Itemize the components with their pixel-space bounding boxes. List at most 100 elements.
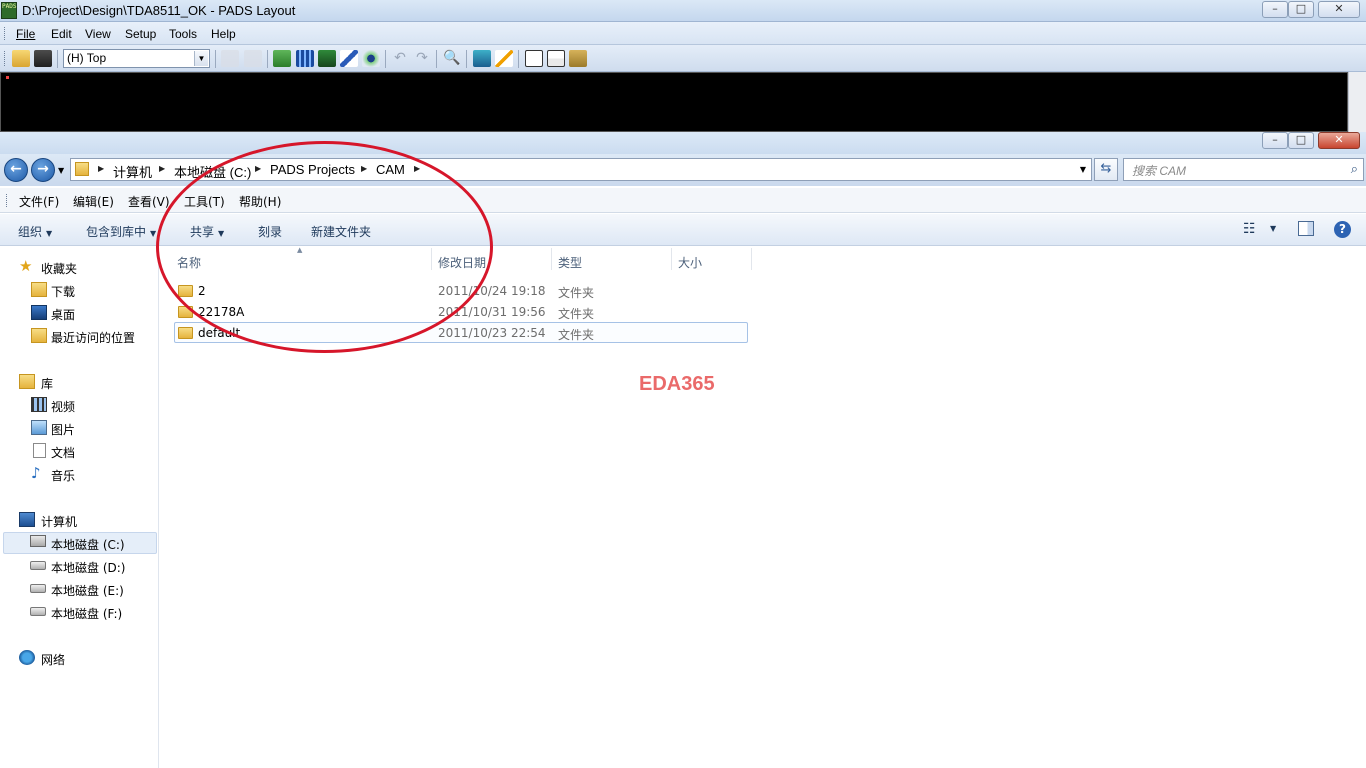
address-history-chevron-icon[interactable]: ▼ [1080,165,1086,174]
search-placeholder: 搜索 CAM [1132,164,1187,178]
properties-icon[interactable] [221,50,239,67]
window-tool-icon[interactable] [547,50,565,67]
sidebar-item-downloads[interactable]: 下载 [51,283,75,300]
menu-view[interactable]: View [85,27,111,41]
menu-help[interactable]: Help [211,27,236,41]
pads-minimize-button[interactable]: – [1262,1,1288,18]
sidebar-item-music[interactable]: 音乐 [51,467,75,484]
drafting-toolbar-icon[interactable] [273,50,291,67]
menu-help-label: Help [211,27,236,41]
breadcrumb-arrow-icon[interactable]: ▶ [159,164,165,173]
sidebar-item-recent[interactable]: 最近访问的位置 [51,329,135,346]
menu-edit-label: Edit [51,27,72,41]
breadcrumb-computer[interactable]: 计算机 [113,162,152,181]
highlight-icon[interactable] [495,50,513,67]
ecO-toolbar-icon[interactable] [318,50,336,67]
new-folder-button[interactable]: 新建文件夹 [311,223,371,240]
toolbar-grip[interactable] [4,51,7,66]
column-header-size[interactable]: 大小 [678,254,702,278]
menu-view-cn[interactable]: 查看(V) [128,193,170,210]
column-divider[interactable] [751,248,752,270]
file-name[interactable]: 2 [198,284,206,298]
menu-grip[interactable] [4,27,7,40]
address-bar[interactable]: ▶ 计算机 ▶ 本地磁盘 (C:) ▶ PADS Projects ▶ CAM … [70,158,1092,181]
search-input[interactable]: 搜索 CAM ⌕ [1123,158,1364,181]
breadcrumb-arrow-icon[interactable]: ▶ [361,164,367,173]
sidebar-item-documents[interactable]: 文档 [51,444,75,461]
menu-grip[interactable] [6,194,9,207]
layer-select[interactable]: (H) Top ▼ [63,49,210,68]
burn-button[interactable]: 刻录 [258,223,282,240]
desktop-icon [31,305,47,320]
library-icon [19,374,35,389]
back-button[interactable]: ← [4,158,28,182]
explorer-minimize-button[interactable]: – [1262,132,1288,149]
canvas-origin-marker [6,76,9,79]
forward-button[interactable]: → [31,158,55,182]
sidebar-item-drive-c[interactable]: 本地磁盘 (C:) [51,536,125,553]
include-in-library-button[interactable]: 包含到库中 ▼ [86,223,156,240]
open-icon[interactable] [12,50,30,67]
explorer-close-button[interactable]: ✕ [1318,132,1360,149]
zoom-icon[interactable]: 🔍 [443,50,461,67]
menu-setup[interactable]: Setup [125,27,156,41]
share-button[interactable]: 共享 ▼ [190,223,224,240]
sidebar-item-drive-f[interactable]: 本地磁盘 (F:) [51,605,122,622]
menu-file[interactable]: File [16,27,35,41]
breadcrumb-drive-c[interactable]: 本地磁盘 (C:) [174,162,251,181]
save-icon[interactable] [34,50,52,67]
column-divider[interactable] [551,248,552,270]
sidebar-item-drive-d[interactable]: 本地磁盘 (D:) [51,559,125,576]
view-nets-icon[interactable] [473,50,491,67]
menu-edit-cn[interactable]: 编辑(E) [73,193,114,210]
route-icon[interactable] [340,50,358,67]
dimension-icon[interactable] [362,50,380,67]
menu-edit[interactable]: Edit [51,27,72,41]
breadcrumb-pads-projects[interactable]: PADS Projects [270,162,355,177]
file-name[interactable]: default [198,326,240,340]
explorer-maximize-button[interactable]: □ [1288,132,1314,149]
cursor-tool-icon[interactable] [525,50,543,67]
menu-tools[interactable]: Tools [169,27,197,41]
pads-maximize-button[interactable]: □ [1288,1,1314,18]
file-name[interactable]: 22178A [198,305,244,319]
menu-help-cn[interactable]: 帮助(H) [239,193,281,210]
column-header-type[interactable]: 类型 [558,254,582,278]
refresh-button[interactable]: ⇆ [1094,158,1118,181]
breadcrumb-arrow-icon[interactable]: ▶ [98,164,104,173]
search-icon[interactable]: ⌕ [1351,161,1358,177]
menu-tools-cn[interactable]: 工具(T) [184,193,225,210]
recent-pages-icon[interactable]: ▼ [58,166,64,175]
view-options-chevron-icon[interactable]: ▼ [1270,224,1276,233]
column-divider[interactable] [431,248,432,270]
pads-router-icon[interactable] [569,50,587,67]
sidebar-item-desktop[interactable]: 桌面 [51,306,75,323]
breadcrumb-arrow-icon[interactable]: ▶ [255,164,261,173]
pads-vertical-scrollbar[interactable] [1348,72,1366,132]
breadcrumb-cam[interactable]: CAM [376,162,405,177]
column-divider[interactable] [671,248,672,270]
design-toolbar-icon[interactable] [296,50,314,67]
preview-pane-icon[interactable] [1298,221,1314,236]
chevron-down-icon[interactable]: ▼ [194,51,208,66]
column-header-name[interactable]: 名称 [177,254,201,278]
undo-icon[interactable]: ↶ [391,50,409,67]
redo-icon[interactable]: ↷ [413,50,431,67]
menu-file-cn[interactable]: 文件(F) [19,193,59,210]
redraw-icon[interactable] [244,50,262,67]
sidebar-favorites[interactable]: 收藏夹 [41,260,77,277]
pads-design-canvas[interactable] [0,72,1348,132]
sidebar-network[interactable]: 网络 [41,651,65,668]
help-icon[interactable]: ? [1334,221,1351,238]
organize-button[interactable]: 组织 ▼ [18,223,52,240]
column-header-modified[interactable]: 修改日期 [438,254,486,278]
sidebar-computer[interactable]: 计算机 [41,513,77,530]
view-options-icon[interactable]: ☷ [1243,221,1256,237]
breadcrumb-arrow-icon[interactable]: ▶ [414,164,420,173]
sidebar-item-pictures[interactable]: 图片 [51,421,75,438]
sidebar-item-drive-e[interactable]: 本地磁盘 (E:) [51,582,124,599]
sidebar-libraries[interactable]: 库 [41,375,53,392]
sidebar-item-videos[interactable]: 视频 [51,398,75,415]
pads-close-button[interactable]: ✕ [1318,1,1360,18]
downloads-folder-icon [31,282,47,297]
